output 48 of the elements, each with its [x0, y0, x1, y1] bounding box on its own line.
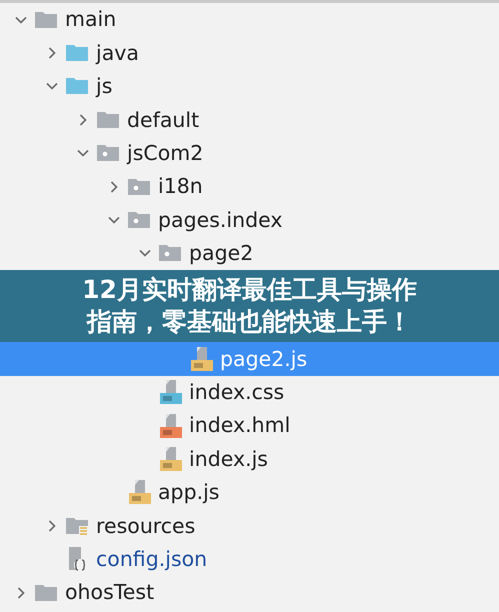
folder-icon	[65, 43, 89, 64]
folder-icon	[34, 10, 58, 30]
file-name: page2.js	[220, 348, 308, 370]
folder-icon	[96, 110, 120, 130]
folder-icon	[96, 143, 120, 164]
tree-row[interactable]: index.hml	[0, 408, 499, 442]
file-name: i18n	[158, 176, 203, 197]
file-name: config.json	[96, 548, 208, 570]
tree-row[interactable]: js	[0, 70, 499, 104]
tree-row[interactable]: ohosTest	[0, 576, 499, 610]
js-file-icon	[158, 446, 182, 472]
tree-row[interactable]: page2	[0, 236, 499, 270]
file-name: pages.index	[158, 210, 282, 230]
banner-title-line: 指南，零基础也能快速上手！	[87, 306, 412, 338]
tree-row[interactable]: index.js	[0, 442, 499, 476]
folder-icon	[127, 210, 151, 230]
tree-row[interactable]: java	[0, 36, 499, 70]
banner-title-line: 12月实时翻译最佳工具与操作	[82, 274, 417, 306]
file-name: index.css	[189, 382, 284, 402]
tree-row[interactable]: config.json	[0, 542, 499, 576]
folder-icon	[127, 176, 151, 197]
folder-icon	[65, 76, 89, 96]
tree-row[interactable]: index.css	[0, 376, 499, 409]
file-name: ohosTest	[65, 582, 154, 603]
js-file-icon	[189, 346, 213, 372]
file-name: app.js	[158, 482, 220, 503]
file-name: java	[96, 42, 139, 64]
file-name: main	[65, 9, 116, 30]
folder-icon	[34, 582, 58, 603]
folder-icon	[65, 516, 89, 536]
file-name: index.hml	[189, 415, 290, 436]
js-file-icon	[127, 479, 151, 506]
folder-icon	[158, 243, 182, 264]
file-name: jsCom2	[127, 143, 204, 164]
tree-row[interactable]: jsCom2	[0, 136, 499, 170]
tree-row[interactable]: main	[0, 3, 499, 36]
tree-row[interactable]: app.js	[0, 476, 499, 510]
tree-row[interactable]: default	[0, 103, 499, 137]
html-file-icon	[158, 412, 182, 439]
css-file-icon	[158, 379, 182, 406]
file-name: resources	[96, 516, 196, 536]
tree-row[interactable]: i18n	[0, 170, 499, 204]
file-name: index.js	[189, 448, 268, 470]
file-name: default	[127, 110, 200, 130]
file-name: page2	[189, 243, 254, 264]
tree-row[interactable]: pages.index	[0, 203, 499, 237]
file-name: js	[96, 76, 112, 97]
tree-row[interactable]: resources	[0, 509, 499, 542]
